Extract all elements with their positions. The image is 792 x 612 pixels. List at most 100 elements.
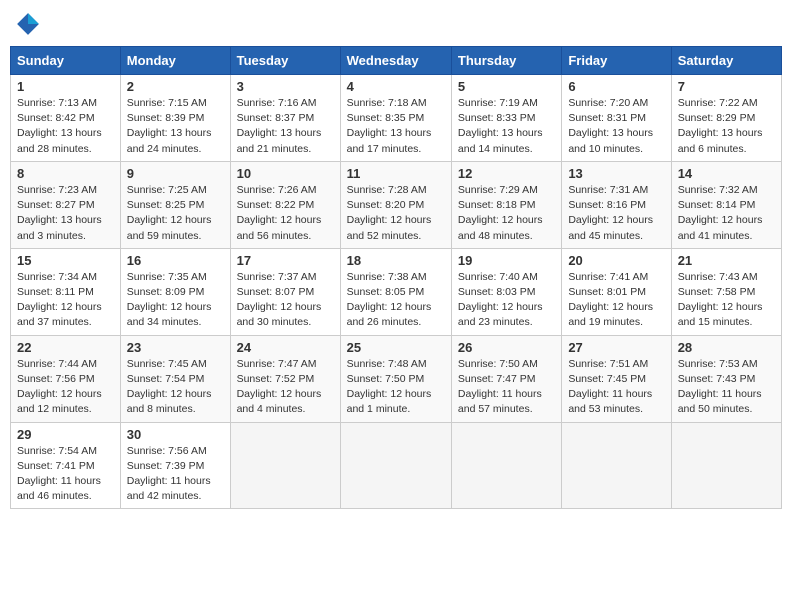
daylight-label: Daylight: 12 hours and 37 minutes. [17, 301, 102, 328]
day-number: 24 [237, 340, 334, 355]
sunrise-label: Sunrise: 7:35 AM [127, 271, 207, 283]
calendar-day-cell: 19 Sunrise: 7:40 AM Sunset: 8:03 PM Dayl… [451, 248, 561, 335]
day-info: Sunrise: 7:13 AM Sunset: 8:42 PM Dayligh… [17, 96, 114, 157]
day-info: Sunrise: 7:40 AM Sunset: 8:03 PM Dayligh… [458, 270, 555, 331]
sunrise-label: Sunrise: 7:44 AM [17, 358, 97, 370]
day-number: 5 [458, 79, 555, 94]
sunrise-label: Sunrise: 7:40 AM [458, 271, 538, 283]
calendar-day-cell: 3 Sunrise: 7:16 AM Sunset: 8:37 PM Dayli… [230, 75, 340, 162]
sunrise-label: Sunrise: 7:31 AM [568, 184, 648, 196]
sunset-label: Sunset: 8:11 PM [17, 286, 94, 298]
calendar-day-cell: 26 Sunrise: 7:50 AM Sunset: 7:47 PM Dayl… [451, 335, 561, 422]
day-number: 10 [237, 166, 334, 181]
day-number: 9 [127, 166, 224, 181]
calendar-week-row: 1 Sunrise: 7:13 AM Sunset: 8:42 PM Dayli… [11, 75, 782, 162]
day-number: 26 [458, 340, 555, 355]
daylight-label: Daylight: 12 hours and 45 minutes. [568, 214, 653, 241]
daylight-label: Daylight: 13 hours and 3 minutes. [17, 214, 102, 241]
sunset-label: Sunset: 8:29 PM [678, 112, 756, 124]
day-info: Sunrise: 7:34 AM Sunset: 8:11 PM Dayligh… [17, 270, 114, 331]
calendar-day-cell [562, 422, 671, 509]
calendar-day-cell: 28 Sunrise: 7:53 AM Sunset: 7:43 PM Dayl… [671, 335, 781, 422]
calendar-day-cell [230, 422, 340, 509]
day-info: Sunrise: 7:20 AM Sunset: 8:31 PM Dayligh… [568, 96, 664, 157]
day-info: Sunrise: 7:31 AM Sunset: 8:16 PM Dayligh… [568, 183, 664, 244]
day-number: 22 [17, 340, 114, 355]
daylight-label: Daylight: 13 hours and 21 minutes. [237, 127, 322, 154]
daylight-label: Daylight: 11 hours and 50 minutes. [678, 388, 762, 415]
daylight-label: Daylight: 11 hours and 57 minutes. [458, 388, 542, 415]
daylight-label: Daylight: 12 hours and 34 minutes. [127, 301, 212, 328]
day-number: 27 [568, 340, 664, 355]
sunset-label: Sunset: 8:18 PM [458, 199, 536, 211]
day-info: Sunrise: 7:15 AM Sunset: 8:39 PM Dayligh… [127, 96, 224, 157]
sunrise-label: Sunrise: 7:32 AM [678, 184, 758, 196]
calendar-week-row: 15 Sunrise: 7:34 AM Sunset: 8:11 PM Dayl… [11, 248, 782, 335]
weekday-header-thursday: Thursday [451, 47, 561, 75]
daylight-label: Daylight: 13 hours and 24 minutes. [127, 127, 212, 154]
calendar-day-cell [340, 422, 451, 509]
day-number: 28 [678, 340, 775, 355]
day-number: 6 [568, 79, 664, 94]
sunrise-label: Sunrise: 7:51 AM [568, 358, 648, 370]
sunrise-label: Sunrise: 7:48 AM [347, 358, 427, 370]
sunrise-label: Sunrise: 7:18 AM [347, 97, 427, 109]
sunset-label: Sunset: 7:56 PM [17, 373, 95, 385]
calendar-day-cell: 14 Sunrise: 7:32 AM Sunset: 8:14 PM Dayl… [671, 161, 781, 248]
sunset-label: Sunset: 8:14 PM [678, 199, 756, 211]
calendar-day-cell: 2 Sunrise: 7:15 AM Sunset: 8:39 PM Dayli… [120, 75, 230, 162]
calendar-week-row: 29 Sunrise: 7:54 AM Sunset: 7:41 PM Dayl… [11, 422, 782, 509]
daylight-label: Daylight: 12 hours and 19 minutes. [568, 301, 653, 328]
day-info: Sunrise: 7:29 AM Sunset: 8:18 PM Dayligh… [458, 183, 555, 244]
logo [14, 10, 46, 38]
calendar-day-cell: 6 Sunrise: 7:20 AM Sunset: 8:31 PM Dayli… [562, 75, 671, 162]
sunset-label: Sunset: 8:42 PM [17, 112, 95, 124]
day-info: Sunrise: 7:23 AM Sunset: 8:27 PM Dayligh… [17, 183, 114, 244]
day-info: Sunrise: 7:50 AM Sunset: 7:47 PM Dayligh… [458, 357, 555, 418]
calendar-day-cell: 21 Sunrise: 7:43 AM Sunset: 7:58 PM Dayl… [671, 248, 781, 335]
day-number: 13 [568, 166, 664, 181]
sunrise-label: Sunrise: 7:34 AM [17, 271, 97, 283]
sunset-label: Sunset: 7:58 PM [678, 286, 756, 298]
sunset-label: Sunset: 8:31 PM [568, 112, 646, 124]
sunset-label: Sunset: 8:07 PM [237, 286, 315, 298]
day-number: 2 [127, 79, 224, 94]
sunset-label: Sunset: 8:25 PM [127, 199, 205, 211]
sunset-label: Sunset: 7:50 PM [347, 373, 425, 385]
daylight-label: Daylight: 11 hours and 53 minutes. [568, 388, 652, 415]
day-number: 18 [347, 253, 445, 268]
sunset-label: Sunset: 8:27 PM [17, 199, 95, 211]
calendar-day-cell: 4 Sunrise: 7:18 AM Sunset: 8:35 PM Dayli… [340, 75, 451, 162]
sunrise-label: Sunrise: 7:22 AM [678, 97, 758, 109]
calendar-day-cell: 30 Sunrise: 7:56 AM Sunset: 7:39 PM Dayl… [120, 422, 230, 509]
sunrise-label: Sunrise: 7:28 AM [347, 184, 427, 196]
sunrise-label: Sunrise: 7:54 AM [17, 445, 97, 457]
day-info: Sunrise: 7:44 AM Sunset: 7:56 PM Dayligh… [17, 357, 114, 418]
sunrise-label: Sunrise: 7:56 AM [127, 445, 207, 457]
sunrise-label: Sunrise: 7:53 AM [678, 358, 758, 370]
sunrise-label: Sunrise: 7:29 AM [458, 184, 538, 196]
day-info: Sunrise: 7:19 AM Sunset: 8:33 PM Dayligh… [458, 96, 555, 157]
page-header [10, 10, 782, 38]
day-info: Sunrise: 7:41 AM Sunset: 8:01 PM Dayligh… [568, 270, 664, 331]
weekday-header-saturday: Saturday [671, 47, 781, 75]
daylight-label: Daylight: 13 hours and 28 minutes. [17, 127, 102, 154]
sunrise-label: Sunrise: 7:26 AM [237, 184, 317, 196]
daylight-label: Daylight: 12 hours and 8 minutes. [127, 388, 212, 415]
calendar-table: SundayMondayTuesdayWednesdayThursdayFrid… [10, 46, 782, 509]
day-number: 30 [127, 427, 224, 442]
calendar-day-cell: 18 Sunrise: 7:38 AM Sunset: 8:05 PM Dayl… [340, 248, 451, 335]
sunset-label: Sunset: 8:16 PM [568, 199, 646, 211]
day-info: Sunrise: 7:56 AM Sunset: 7:39 PM Dayligh… [127, 444, 224, 505]
sunset-label: Sunset: 7:41 PM [17, 460, 95, 472]
sunrise-label: Sunrise: 7:16 AM [237, 97, 317, 109]
weekday-header-friday: Friday [562, 47, 671, 75]
calendar-day-cell: 17 Sunrise: 7:37 AM Sunset: 8:07 PM Dayl… [230, 248, 340, 335]
calendar-header-row: SundayMondayTuesdayWednesdayThursdayFrid… [11, 47, 782, 75]
day-info: Sunrise: 7:45 AM Sunset: 7:54 PM Dayligh… [127, 357, 224, 418]
day-number: 21 [678, 253, 775, 268]
day-number: 29 [17, 427, 114, 442]
calendar-day-cell: 13 Sunrise: 7:31 AM Sunset: 8:16 PM Dayl… [562, 161, 671, 248]
day-info: Sunrise: 7:43 AM Sunset: 7:58 PM Dayligh… [678, 270, 775, 331]
calendar-day-cell: 8 Sunrise: 7:23 AM Sunset: 8:27 PM Dayli… [11, 161, 121, 248]
